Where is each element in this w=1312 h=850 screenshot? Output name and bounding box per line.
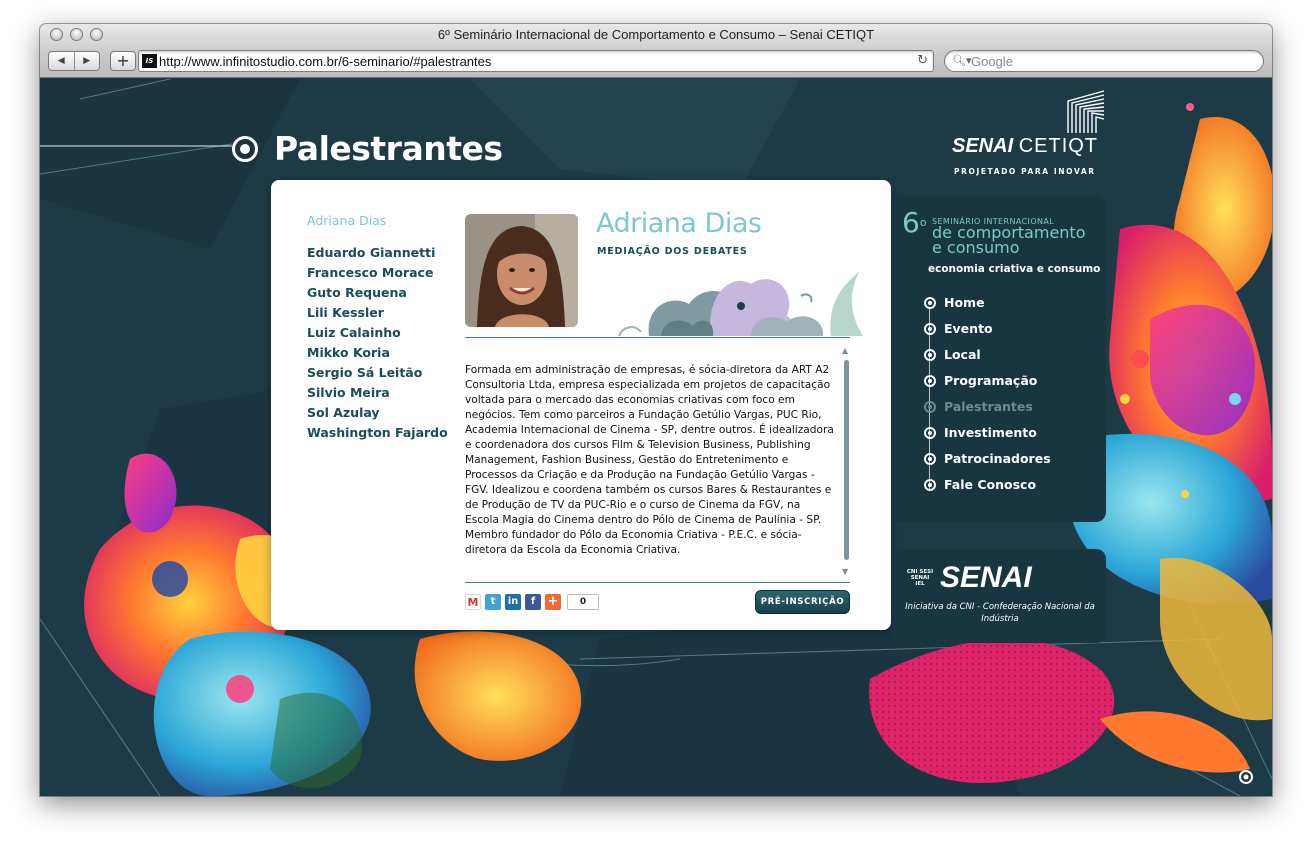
cni-group-mark: CNI SESI SENAI IEL — [906, 569, 934, 587]
plus-icon: + — [116, 51, 130, 70]
menu-item-evento[interactable]: Evento — [924, 316, 1051, 342]
address-bar[interactable]: IS http://www.infinitostudio.com.br/6-se… — [138, 50, 934, 72]
speaker-item[interactable]: Washington Fajardo — [307, 423, 448, 443]
speaker-item[interactable]: Francesco Morace — [307, 263, 448, 283]
share-bar: M t in f + 0 — [465, 594, 599, 610]
favicon: IS — [142, 54, 157, 68]
site-nav-panel: 6o SEMINÁRIO INTERNACIONAL de comportame… — [892, 196, 1106, 522]
speaker-role: MEDIAÇÃO DOS DEBATES — [597, 246, 748, 257]
speaker-item[interactable]: Sergio Sá Leitão — [307, 363, 448, 383]
speaker-list: Adriana Dias Eduardo Giannetti Francesco… — [307, 211, 448, 443]
speaker-portrait — [465, 214, 578, 327]
chevron-left-icon: ◀ — [57, 56, 65, 66]
speaker-item[interactable]: Eduardo Giannetti — [307, 243, 448, 263]
menu-item-programacao[interactable]: Programação — [924, 368, 1051, 394]
event-number: 6 — [902, 206, 920, 239]
linkedin-icon[interactable]: in — [505, 594, 521, 610]
logo-tagline: PROJETADO PARA INOVAR — [954, 167, 1096, 176]
facebook-icon[interactable]: f — [525, 594, 541, 610]
main-menu: Home Evento Local Programação Palestrant… — [924, 290, 1051, 498]
speaker-item[interactable]: Mikko Koria — [307, 343, 448, 363]
speaker-item[interactable]: Silvio Meira — [307, 383, 448, 403]
search-icon: 🔍︎▾ — [952, 54, 972, 67]
header-divider — [465, 337, 850, 338]
menu-item-fale-conosco[interactable]: Fale Conosco — [924, 472, 1051, 498]
header-illustration — [618, 272, 863, 337]
senai-logo: CNI SESI SENAI IEL SENAI — [906, 563, 1032, 593]
cetiqt-stripes-icon — [1067, 90, 1105, 133]
speaker-photo — [465, 214, 578, 327]
speaker-name: Adriana Dias — [596, 208, 762, 239]
logo-cetiqt-text: CETIQT — [1018, 135, 1099, 157]
menu-item-home[interactable]: Home — [924, 290, 1051, 316]
gmail-icon[interactable]: M — [465, 594, 481, 610]
browser-window: 6º Seminário Internacional de Comportame… — [40, 24, 1272, 796]
menu-item-investimento[interactable]: Investimento — [924, 420, 1051, 446]
logo-wordmark: SENAI CETIQT — [952, 135, 1098, 158]
reload-button[interactable]: ↻ — [917, 53, 928, 68]
page-title: Palestrantes — [274, 129, 503, 168]
search-input[interactable] — [971, 53, 1251, 69]
senai-caption: Iniciativa da CNI - Confederação Naciona… — [905, 602, 1095, 624]
speaker-item[interactable]: Guto Requena — [307, 283, 448, 303]
event-line-3-text: e consumo — [932, 238, 1020, 257]
menu-item-local[interactable]: Local — [924, 342, 1051, 368]
bio-scrollbar[interactable]: ▲ ▼ — [841, 346, 851, 576]
logo-senai-text: SENAI — [952, 135, 1014, 157]
menu-item-patrocinadores[interactable]: Patrocinadores — [924, 446, 1051, 472]
share-count: 0 — [567, 594, 599, 610]
senai-wordmark: SENAI — [940, 561, 1032, 594]
speaker-item[interactable]: Sol Azulay — [307, 403, 448, 423]
event-line-2: de comportamento e consumo — [932, 225, 1086, 257]
url-text[interactable]: http://www.infinitostudio.com.br/6-semin… — [159, 54, 491, 69]
scroll-up-arrow-icon[interactable]: ▲ — [842, 346, 848, 355]
window-title: 6º Seminário Internacional de Comportame… — [437, 27, 875, 42]
senai-cetiqt-logo[interactable]: SENAI CETIQT PROJETADO PARA INOVAR — [952, 89, 1105, 181]
plus-share-icon[interactable]: + — [545, 594, 561, 610]
twitter-icon[interactable]: t — [485, 594, 501, 610]
reload-icon: ↻ — [917, 53, 928, 68]
search-bar[interactable]: 🔍︎▾ — [944, 50, 1264, 72]
event-ordinal: o — [919, 216, 927, 229]
pre-registration-button[interactable]: PRÉ-INSCRIÇÃO — [755, 590, 850, 614]
senai-sponsor-box[interactable]: CNI SESI SENAI IEL SENAI Iniciativa da C… — [892, 549, 1106, 643]
forward-button[interactable]: ▶ — [73, 52, 100, 70]
menu-item-palestrantes[interactable]: Palestrantes — [924, 394, 1051, 420]
event-edition: 6o — [902, 208, 927, 238]
chevron-right-icon: ▶ — [83, 56, 91, 66]
event-subtitle: economia criativa e consumo — [928, 263, 1101, 275]
section-title: Palestrantes — [232, 129, 503, 168]
speaker-item-active[interactable]: Adriana Dias — [307, 211, 448, 231]
scroll-thumb[interactable] — [844, 360, 849, 560]
history-buttons: ◀ ▶ — [48, 51, 100, 71]
footer-divider — [465, 582, 850, 583]
back-button[interactable]: ◀ — [49, 52, 74, 70]
scroll-down-arrow-icon[interactable]: ▼ — [842, 567, 848, 576]
web-page: Palestrantes SENAI CETIQT PROJETADO PARA… — [40, 79, 1272, 796]
speaker-card: Adriana Dias Eduardo Giannetti Francesco… — [271, 180, 891, 630]
browser-toolbar: 6º Seminário Internacional de Comportame… — [40, 24, 1272, 78]
target-circle-icon — [232, 135, 258, 162]
speaker-item[interactable]: Luiz Calainho — [307, 323, 448, 343]
speaker-item[interactable]: Lili Kessler — [307, 303, 448, 323]
speaker-bio: Formada em administração de empresas, é … — [465, 364, 834, 556]
add-bookmark-button[interactable]: + — [110, 51, 136, 71]
